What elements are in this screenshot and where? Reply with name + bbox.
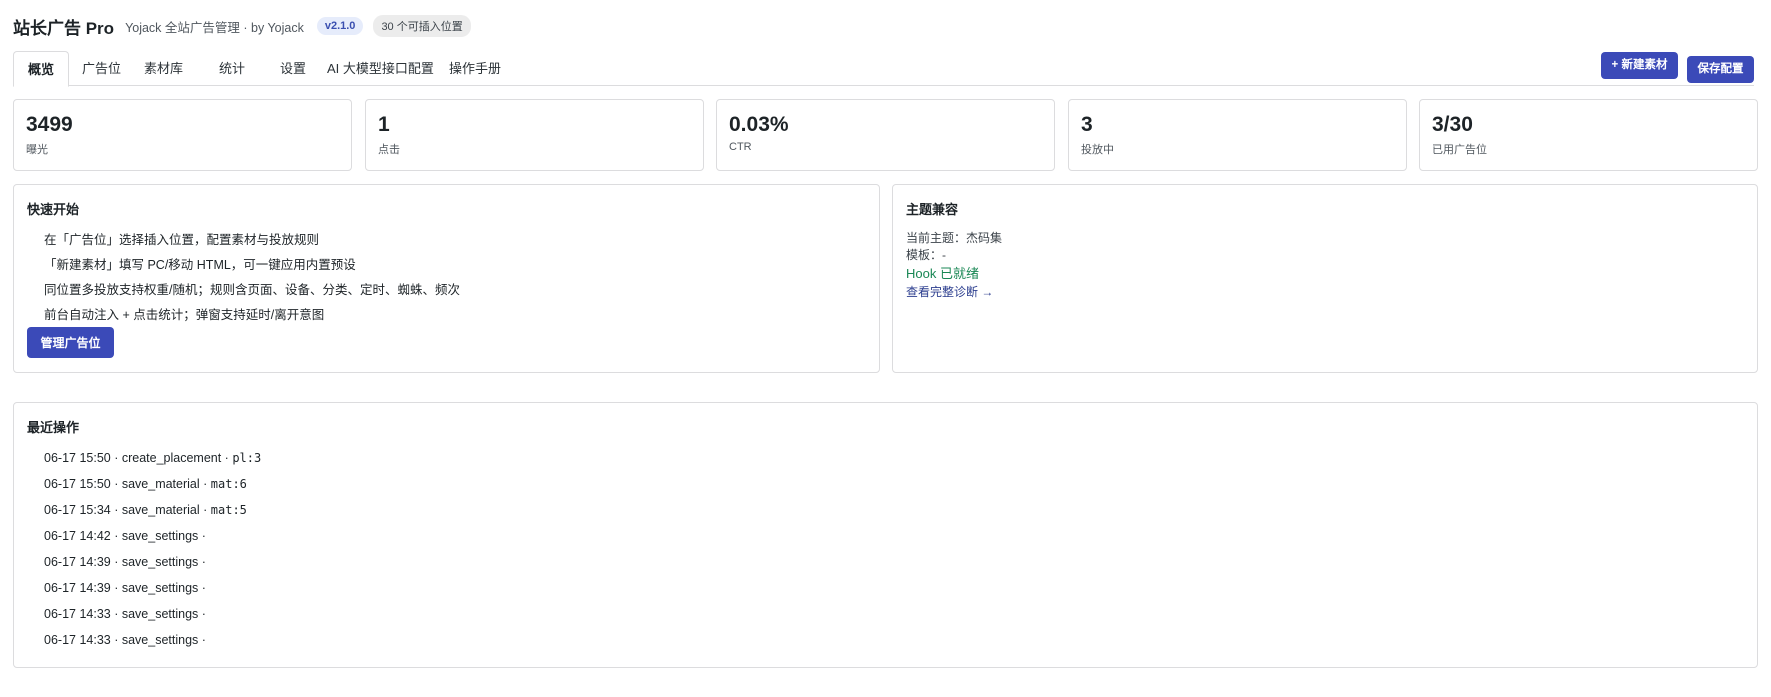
list-item: 「新建素材」填写 PC/移动 HTML，可一键应用内置预设 xyxy=(44,258,356,272)
stat-label: 点击 xyxy=(378,144,400,156)
list-item: 前台自动注入 + 点击统计；弹窗支持延时/离开意图 xyxy=(44,308,325,322)
tab-manual[interactable]: 操作手册 xyxy=(435,51,515,86)
list-item: 06-17 15:50 · save_material · mat:6 xyxy=(44,477,247,491)
quick-start-panel: 快速开始 在「广告位」选择插入位置，配置素材与投放规则 「新建素材」填写 PC/… xyxy=(13,184,880,373)
list-item: 06-17 14:39 · save_settings · xyxy=(44,555,206,569)
stat-card-ctr: 0.03% CTR xyxy=(716,99,1055,171)
stat-label: 投放中 xyxy=(1081,144,1114,156)
tab-bar: 概览 广告位 素材库 统计 设置 AI 大模型接口配置 操作手册 xyxy=(13,51,1754,87)
list-item: 同位置多投放支持权重/随机；规则含页面、设备、分类、定时、蜘蛛、频次 xyxy=(44,283,460,297)
list-item: 06-17 15:50 · create_placement · pl:3 xyxy=(44,451,262,465)
app-header: 站长广告 Pro Yojack 全站广告管理 · by Yojack v2.1.… xyxy=(13,14,481,38)
new-material-button[interactable]: + 新建素材 xyxy=(1601,52,1678,79)
stat-card-active: 3 投放中 xyxy=(1068,99,1407,171)
stat-value: 3499 xyxy=(26,113,73,136)
list-item: 06-17 14:33 · save_settings · xyxy=(44,607,206,621)
tab-settings[interactable]: 设置 xyxy=(266,51,320,86)
tab-materials[interactable]: 素材库 xyxy=(130,51,197,86)
list-item: 06-17 14:39 · save_settings · xyxy=(44,581,206,595)
list-item: 06-17 15:34 · save_material · mat:5 xyxy=(44,503,247,517)
panel-title: 最近操作 xyxy=(27,420,80,435)
tab-stats[interactable]: 统计 xyxy=(205,51,259,86)
diagnose-link[interactable]: 查看完整诊断 → xyxy=(906,283,1002,301)
app-title: 站长广告 Pro xyxy=(13,18,115,38)
recent-ops-panel: 最近操作 06-17 15:50 · create_placement · pl… xyxy=(13,402,1758,668)
stat-card-clicks: 1 点击 xyxy=(365,99,704,171)
theme-compat-panel: 主题兼容 当前主题：杰码集 模板：- Hook 已就绪 查看完整诊断 → xyxy=(892,184,1758,373)
stat-label: CTR xyxy=(729,141,752,153)
version-badge: v2.1.0 xyxy=(316,17,364,35)
stat-value: 3 xyxy=(1081,113,1093,136)
list-item: 06-17 14:33 · save_settings · xyxy=(44,633,206,647)
recent-ops-list: 06-17 15:50 · create_placement · pl:3 06… xyxy=(44,445,261,653)
theme-info: 当前主题：杰码集 模板：- Hook 已就绪 查看完整诊断 → xyxy=(906,230,1002,301)
quick-start-list: 在「广告位」选择插入位置，配置素材与投放规则 「新建素材」填写 PC/移动 HT… xyxy=(44,228,460,328)
stat-value: 3/30 xyxy=(1432,113,1473,136)
stat-card-impressions: 3499 曝光 xyxy=(13,99,352,171)
hook-status: Hook 已就绪 xyxy=(906,266,979,281)
positions-badge: 30 个可插入位置 xyxy=(373,15,471,37)
template-value: 模板：- xyxy=(906,248,946,262)
stat-card-used-slots: 3/30 已用广告位 xyxy=(1419,99,1758,171)
current-theme: 当前主题：杰码集 xyxy=(906,231,1003,245)
list-item: 在「广告位」选择插入位置，配置素材与投放规则 xyxy=(44,233,320,247)
list-item: 06-17 14:42 · save_settings · xyxy=(44,529,206,543)
save-config-button[interactable]: 保存配置 xyxy=(1687,56,1754,83)
tab-overview[interactable]: 概览 xyxy=(13,51,70,87)
stat-value: 0.03% xyxy=(729,113,789,136)
tab-ai-config[interactable]: AI 大模型接口配置 xyxy=(313,51,448,86)
stat-label: 已用广告位 xyxy=(1432,144,1487,156)
tab-placements[interactable]: 广告位 xyxy=(68,51,135,86)
manage-placements-button[interactable]: 管理广告位 xyxy=(27,327,114,358)
stat-value: 1 xyxy=(378,113,390,136)
app-subtitle: Yojack 全站广告管理 · by Yojack xyxy=(125,20,304,35)
panel-title: 快速开始 xyxy=(27,202,80,217)
panel-title: 主题兼容 xyxy=(906,202,959,217)
stat-label: 曝光 xyxy=(26,144,48,156)
